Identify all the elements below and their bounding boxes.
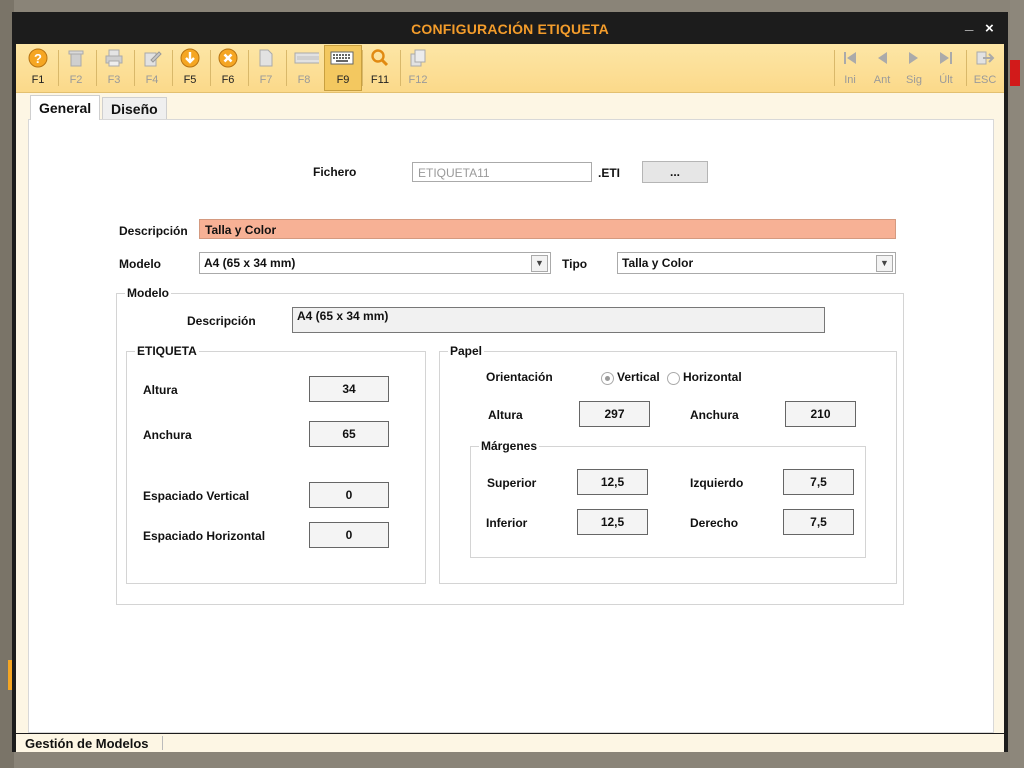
- f6-cancel-button[interactable]: F6: [210, 46, 246, 90]
- save-icon: [180, 48, 200, 68]
- background-red-marker: [1010, 60, 1020, 86]
- status-separator: [162, 736, 163, 750]
- next-icon: [909, 52, 918, 64]
- previous-icon: [878, 52, 887, 64]
- f5-save-button[interactable]: F5: [172, 46, 208, 90]
- minimize-button[interactable]: _: [965, 16, 973, 33]
- content-area: General Diseño Fichero ETIQUETA11 .ETI .…: [16, 93, 1004, 733]
- espaciado-vertical-label: Espaciado Vertical: [143, 489, 250, 503]
- modelo-select[interactable]: A4 (65 x 34 mm) ▼: [199, 252, 551, 274]
- escape-button[interactable]: ESC: [968, 46, 1002, 90]
- etiqueta-group-legend: ETIQUETA: [135, 344, 199, 358]
- papel-altura-label: Altura: [488, 408, 523, 422]
- margen-izquierdo-input[interactable]: 7,5: [783, 469, 854, 495]
- modelo-label: Modelo: [119, 257, 161, 271]
- modelo-descripcion-field: A4 (65 x 34 mm): [292, 307, 825, 333]
- margen-izquierdo-label: Izquierdo: [690, 476, 744, 490]
- tipo-select-value: Talla y Color: [622, 256, 694, 270]
- last-record-button[interactable]: Últ: [930, 46, 962, 90]
- next-record-button[interactable]: Sig: [898, 46, 930, 90]
- fichero-input[interactable]: ETIQUETA11: [412, 162, 592, 182]
- vertical-radio-label[interactable]: Vertical: [617, 370, 660, 384]
- help-icon: ?: [28, 48, 48, 68]
- etiqueta-anchura-label: Anchura: [143, 428, 192, 442]
- fichero-extension: .ETI: [598, 166, 621, 180]
- edit-icon: [144, 51, 162, 67]
- margen-inferior-label: Inferior: [486, 516, 528, 530]
- espaciado-vertical-input[interactable]: 0: [309, 482, 389, 508]
- f12-copy-button[interactable]: F12: [400, 46, 436, 90]
- window-title: CONFIGURACIÓN ETIQUETA: [411, 21, 609, 37]
- f4-edit-button[interactable]: F4: [134, 46, 170, 90]
- search-icon: [371, 49, 389, 67]
- margen-inferior-input[interactable]: 12,5: [577, 509, 648, 535]
- vertical-radio[interactable]: [601, 372, 614, 385]
- dialog-window: CONFIGURACIÓN ETIQUETA _ × ? F1 F2 F3 F4: [12, 12, 1008, 752]
- fichero-label: Fichero: [313, 165, 357, 179]
- margen-derecho-label: Derecho: [690, 516, 739, 530]
- svg-text:?: ?: [34, 51, 42, 66]
- papel-anchura-label: Anchura: [690, 408, 739, 422]
- exit-icon: [976, 51, 995, 65]
- close-button[interactable]: ×: [985, 20, 994, 37]
- copy-icon: [410, 49, 426, 67]
- f11-search-button[interactable]: F11: [362, 46, 398, 90]
- papel-anchura-input[interactable]: 210: [785, 401, 856, 427]
- etiqueta-altura-label: Altura: [143, 383, 178, 397]
- margen-derecho-input[interactable]: 7,5: [783, 509, 854, 535]
- first-record-button[interactable]: Ini: [834, 46, 866, 90]
- last-icon: [940, 52, 952, 64]
- toolbar: ? F1 F2 F3 F4 F5 F6 F7 F8 F9 F11 F12 Ini…: [16, 44, 1004, 93]
- papel-group: Papel Orientación Vertical Horizontal Al…: [439, 344, 897, 584]
- cancel-icon: [218, 48, 238, 68]
- orientacion-label: Orientación: [486, 370, 553, 384]
- toolbar-separator: [966, 50, 967, 86]
- tab-diseno[interactable]: Diseño: [102, 97, 167, 121]
- first-icon: [844, 52, 856, 64]
- modelo-select-value: A4 (65 x 34 mm): [204, 256, 296, 270]
- espaciado-horizontal-input[interactable]: 0: [309, 522, 389, 548]
- chevron-down-icon[interactable]: ▼: [531, 255, 548, 272]
- previous-record-button[interactable]: Ant: [866, 46, 898, 90]
- list-icon: [294, 52, 319, 64]
- descripcion-label: Descripción: [119, 224, 188, 238]
- general-panel: Fichero ETIQUETA11 .ETI ... Descripción …: [28, 119, 994, 733]
- modelo-group: Modelo Descripción A4 (65 x 34 mm) ETIQU…: [116, 286, 904, 605]
- title-bar[interactable]: CONFIGURACIÓN ETIQUETA _ ×: [12, 12, 1008, 44]
- etiqueta-anchura-input[interactable]: 65: [309, 421, 389, 447]
- document-icon: [259, 49, 273, 67]
- f3-print-button[interactable]: F3: [96, 46, 132, 90]
- margenes-group: Márgenes Superior 12,5 Inferior 12,5 Izq…: [470, 439, 866, 558]
- tab-general[interactable]: General: [30, 95, 101, 120]
- tipo-select[interactable]: Talla y Color ▼: [617, 252, 896, 274]
- margenes-group-legend: Márgenes: [479, 439, 540, 453]
- papel-group-legend: Papel: [448, 344, 485, 358]
- modelo-group-legend: Modelo: [125, 286, 171, 300]
- trash-icon: [68, 50, 84, 67]
- status-bar: Gestión de Modelos: [16, 734, 1004, 752]
- etiqueta-group: ETIQUETA Altura 34 Anchura 65 Espaciado …: [126, 344, 426, 584]
- descripcion-input[interactable]: Talla y Color: [199, 219, 896, 239]
- browse-button[interactable]: ...: [642, 161, 708, 183]
- chevron-down-icon[interactable]: ▼: [876, 255, 893, 272]
- espaciado-horizontal-label: Espaciado Horizontal: [143, 529, 266, 543]
- modelo-descripcion-label: Descripción: [187, 314, 256, 328]
- f1-help-button[interactable]: ? F1: [20, 46, 56, 90]
- f2-delete-button[interactable]: F2: [58, 46, 94, 90]
- horizontal-radio[interactable]: [667, 372, 680, 385]
- horizontal-radio-label[interactable]: Horizontal: [683, 370, 742, 384]
- f9-keyboard-button[interactable]: F9: [324, 45, 362, 91]
- f7-document-button[interactable]: F7: [248, 46, 284, 90]
- background-right: [1010, 0, 1024, 768]
- margen-superior-input[interactable]: 12,5: [577, 469, 648, 495]
- margen-superior-label: Superior: [487, 476, 537, 490]
- printer-icon: [105, 49, 123, 67]
- etiqueta-altura-input[interactable]: 34: [309, 376, 389, 402]
- f8-list-button[interactable]: F8: [286, 46, 322, 90]
- papel-altura-input[interactable]: 297: [579, 401, 650, 427]
- keyboard-icon: [330, 51, 354, 65]
- status-text: Gestión de Modelos: [25, 736, 149, 751]
- tipo-label: Tipo: [562, 257, 588, 271]
